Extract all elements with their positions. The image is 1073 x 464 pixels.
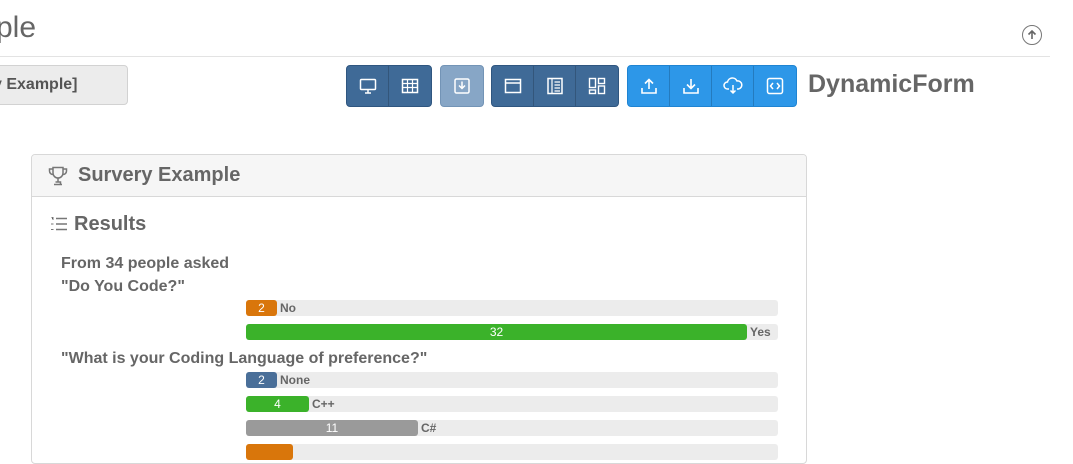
answer-bar-row: 32 Yes (246, 324, 778, 340)
code-button[interactable] (754, 66, 796, 106)
breadcrumb-button[interactable]: y Example] (0, 65, 128, 105)
answer-bar-row: 4 C++ (246, 396, 778, 412)
file-actions-group (627, 65, 797, 107)
answer-label: C# (421, 421, 437, 435)
answer-bar: 2 (246, 300, 277, 316)
list-numbered-icon (51, 217, 67, 231)
upload-icon (640, 78, 657, 94)
cloud-download-icon (722, 77, 742, 95)
answer-bar (246, 444, 293, 460)
question-text: "Do You Code?" (61, 278, 185, 295)
monitor-icon (359, 78, 376, 94)
answer-label: Yes (750, 325, 771, 339)
results-title: Results (74, 213, 147, 235)
answer-bar: 11 (246, 420, 418, 436)
answer-bar-row: 2 None (246, 372, 778, 388)
view-toggle-group (346, 65, 432, 107)
answer-label: None (280, 373, 310, 387)
trophy-icon (48, 166, 68, 186)
table-icon (401, 78, 419, 94)
scroll-top-icon[interactable] (1022, 25, 1042, 45)
page-title: ple (0, 11, 37, 44)
panel-title: Survery Example (78, 164, 241, 186)
answer-bar-row (246, 444, 778, 460)
answer-bar-row: 11 C# (246, 420, 778, 436)
survey-intro: From 34 people asked (61, 255, 230, 272)
dynamic-form-label: DynamicForm (808, 70, 975, 98)
title-divider (0, 56, 1050, 57)
window-view-button[interactable] (492, 66, 534, 106)
list-panel-icon (546, 77, 563, 95)
bar-track (246, 444, 778, 460)
monitor-view-button[interactable] (347, 66, 389, 106)
download-button[interactable] (670, 66, 712, 106)
list-panel-button[interactable] (534, 66, 576, 106)
code-icon (766, 77, 784, 95)
bar-track (246, 372, 778, 388)
table-view-button[interactable] (389, 66, 431, 106)
answer-label: No (280, 301, 296, 315)
survey-panel: Survery Example Results From 34 people a… (31, 154, 807, 464)
download-box-button[interactable] (441, 66, 483, 106)
upload-button[interactable] (628, 66, 670, 106)
answer-label: C++ (312, 397, 335, 411)
layout-group (491, 65, 619, 107)
answer-bar: 32 (246, 324, 747, 340)
dashboard-button[interactable] (576, 66, 618, 106)
export-group (440, 65, 484, 107)
answer-bar: 2 (246, 372, 277, 388)
download-box-icon (454, 78, 470, 94)
answer-bar-row: 2 No (246, 300, 778, 316)
panel-header: Survery Example (32, 155, 806, 197)
download-icon (682, 79, 699, 94)
question-text: "What is your Coding Language of prefere… (61, 350, 428, 367)
window-icon (504, 78, 521, 94)
cloud-download-button[interactable] (712, 66, 754, 106)
bar-track (246, 300, 778, 316)
answer-bar: 4 (246, 396, 309, 412)
dashboard-icon (588, 77, 606, 95)
